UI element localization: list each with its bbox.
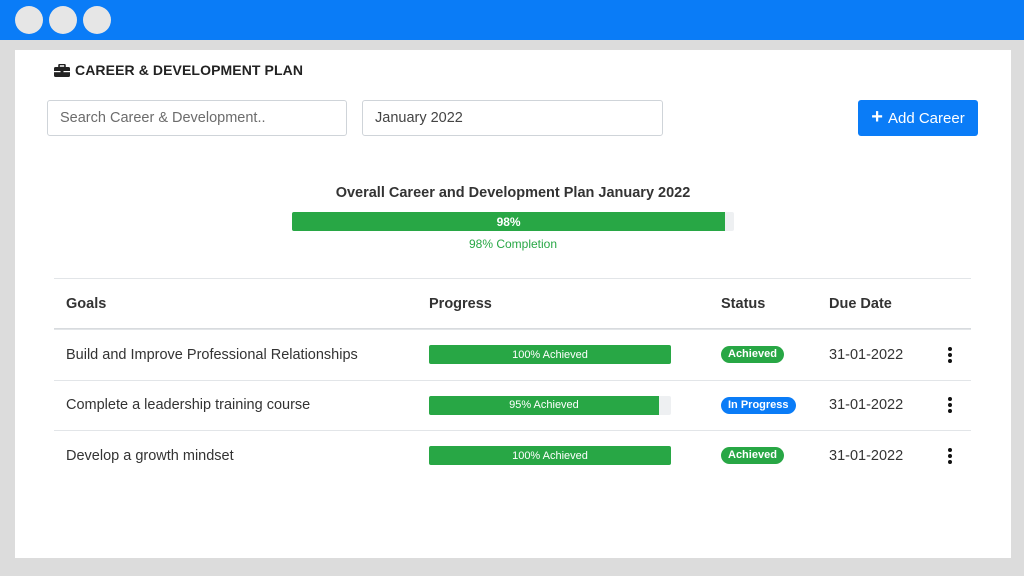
goal-progress-fill: 95% Achieved [429, 395, 659, 415]
goal-progress-bar: 100% Achieved [429, 345, 671, 365]
row-menu-icon[interactable] [944, 446, 956, 466]
main-panel: CAREER & DEVELOPMENT PLAN January 2022 +… [15, 50, 1011, 558]
overall-plan-title: Overall Career and Development Plan Janu… [335, 185, 691, 201]
goal-progress-fill: 100% Achieved [429, 345, 671, 365]
table-header-row: Goals Progress Status Due Date [54, 278, 971, 329]
add-career-label: Add Career [887, 109, 965, 127]
table-row: Complete a leadership training course 95… [54, 379, 971, 431]
table-row: Build and Improve Professional Relations… [54, 329, 971, 380]
page-title: CAREER & DEVELOPMENT PLAN [54, 61, 303, 79]
add-career-button[interactable]: + Add Career [858, 100, 978, 136]
goal-name: Complete a leadership training course [66, 397, 311, 414]
due-date: 31-01-2022 [829, 397, 904, 414]
due-date: 31-01-2022 [829, 447, 904, 464]
goals-table: Goals Progress Status Due Date Build and… [54, 278, 971, 481]
status-badge: In Progress [721, 396, 796, 414]
goal-progress-bar: 95% Achieved [429, 395, 671, 415]
status-badge: Achieved [721, 447, 784, 465]
overall-progress-fill: 98% [292, 212, 726, 231]
window-close-button[interactable] [15, 6, 43, 34]
table-row: Develop a growth mindset 100% Achieved A… [54, 430, 971, 481]
window-minimize-button[interactable] [49, 6, 77, 34]
header-goals: Goals [66, 295, 107, 312]
goal-name: Build and Improve Professional Relations… [66, 346, 358, 363]
header-due-date: Due Date [829, 295, 892, 312]
status-badge: Achieved [721, 346, 784, 364]
header-status: Status [721, 295, 766, 312]
row-menu-icon[interactable] [944, 345, 956, 365]
window-maximize-button[interactable] [83, 6, 111, 34]
page-title-text: CAREER & DEVELOPMENT PLAN [75, 62, 304, 78]
search-input[interactable] [47, 100, 347, 136]
row-menu-icon[interactable] [944, 395, 956, 415]
month-picker[interactable]: January 2022 [362, 100, 663, 136]
briefcase-icon [54, 63, 70, 77]
overall-progress-bar: 98% [292, 212, 734, 231]
overall-progress-caption: 98% Completion [468, 237, 558, 251]
due-date: 31-01-2022 [829, 346, 904, 363]
header-progress: Progress [429, 295, 492, 312]
goal-progress-bar: 100% Achieved [429, 446, 671, 466]
month-picker-value: January 2022 [375, 110, 463, 126]
window-titlebar [0, 0, 1024, 40]
plus-icon: + [871, 106, 883, 128]
goal-progress-fill: 100% Achieved [429, 446, 671, 466]
goal-name: Develop a growth mindset [66, 447, 234, 464]
